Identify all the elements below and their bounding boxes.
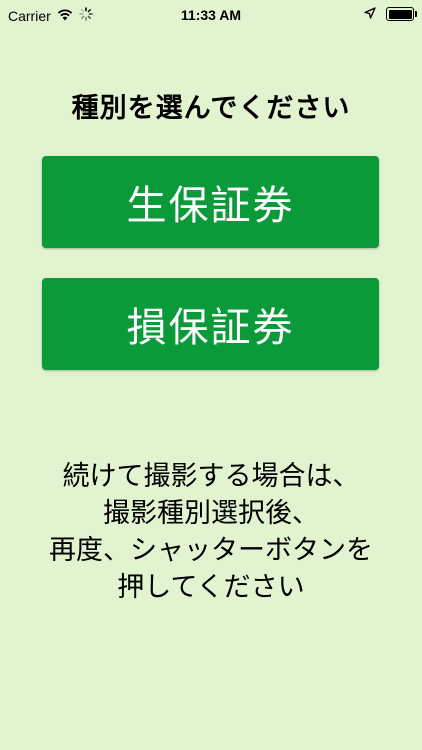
battery-icon (386, 7, 417, 21)
battery-fill (388, 9, 412, 19)
non-life-insurance-button[interactable]: 損保証券 (42, 278, 379, 370)
instructions-line: 続けて撮影する場合は、 (62, 461, 360, 492)
instructions-line: 再度、シャッターボタンを (49, 535, 373, 566)
instructions-line: 撮影種別選択後、 (103, 498, 319, 529)
life-insurance-button[interactable]: 生保証券 (42, 156, 379, 248)
location-arrow-icon (364, 6, 376, 22)
select-type-prompt: 種別を選んでください (71, 93, 351, 124)
instructions-line: 押してください (117, 572, 305, 603)
status-time: 11:33 AM (180, 7, 242, 23)
instructions-text: 続けて撮影する場合は、 撮影種別選択後、 再度、シャッターボタンを 押してくださ… (0, 458, 422, 606)
status-right (364, 6, 417, 22)
status-bar: Carrier 11:33 AM (0, 0, 422, 30)
